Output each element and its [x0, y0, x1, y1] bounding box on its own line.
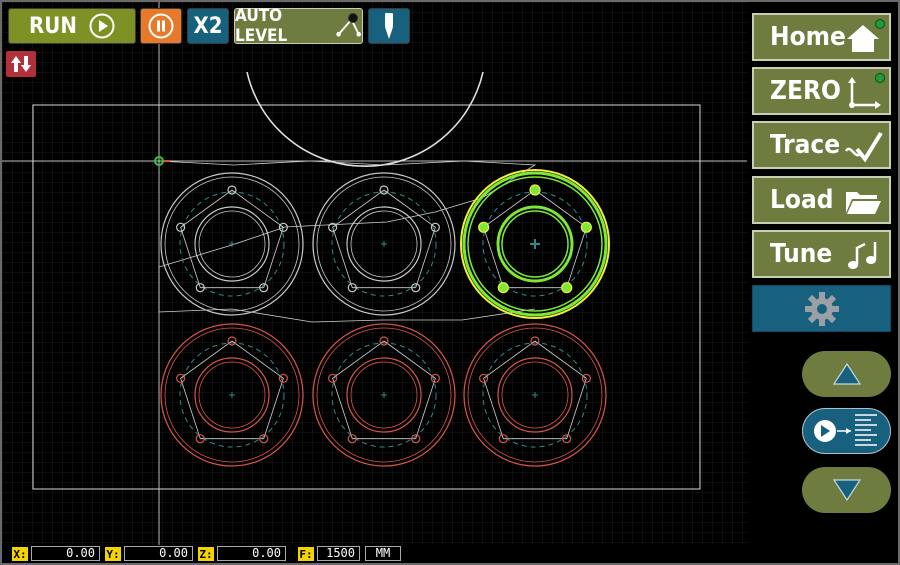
x-readout-value: 0.00	[31, 546, 100, 561]
zero-button[interactable]: ZERO	[752, 67, 891, 115]
run-button[interactable]: RUN	[8, 8, 136, 44]
feed-readout: F: 1500	[298, 545, 360, 563]
part-3	[460, 169, 610, 319]
x-readout-label: X:	[12, 547, 28, 561]
triangle-down-icon	[832, 479, 861, 502]
zero-label: ZERO	[770, 76, 841, 106]
music-notes-icon	[848, 242, 877, 269]
home-label: Home	[770, 22, 846, 52]
triangle-up-icon	[832, 362, 861, 385]
x-readout: X: 0.00	[12, 545, 100, 563]
x2-button[interactable]: X2	[187, 8, 229, 44]
z-swap-button[interactable]	[6, 51, 36, 77]
pause-icon	[148, 13, 174, 39]
part-hole	[478, 221, 490, 233]
end-mill-icon	[385, 13, 393, 39]
tool-button[interactable]	[368, 8, 410, 44]
pause-button[interactable]	[140, 8, 182, 44]
y-readout-label: Y:	[105, 547, 121, 561]
part-hole	[561, 282, 573, 294]
jog-up-button[interactable]	[802, 351, 891, 397]
auto-level-status-dot	[348, 13, 358, 23]
feed-readout-label: F:	[298, 547, 314, 561]
run-label: RUN	[29, 13, 77, 39]
auto-level-label: AUTO LEVEL	[235, 6, 288, 46]
tune-button[interactable]: Tune	[752, 230, 891, 278]
z-readout: Z: 0.00	[198, 545, 286, 563]
y-readout: Y: 0.00	[105, 545, 193, 563]
feed-readout-value: 1500	[317, 546, 360, 561]
folder-icon	[846, 192, 881, 214]
trace-label: Trace	[770, 130, 841, 160]
grid-background	[2, 2, 747, 545]
load-button[interactable]: Load	[752, 176, 891, 224]
x2-label: X2	[193, 13, 223, 39]
tune-label: Tune	[770, 239, 833, 269]
part-hole	[580, 221, 592, 233]
home-status-dot	[875, 19, 885, 29]
jog-down-button[interactable]	[802, 467, 891, 513]
step-scale-icon	[813, 414, 877, 446]
y-readout-value: 0.00	[124, 546, 193, 561]
app-window: RUN X2 AUTO LEVEL Home ZERO Trace Load T…	[0, 0, 900, 565]
trace-button[interactable]: Trace	[752, 121, 891, 169]
part-hole	[529, 184, 541, 196]
home-button[interactable]: Home	[752, 13, 891, 61]
auto-level-button[interactable]: AUTO LEVEL	[234, 6, 363, 46]
toolpath-canvas[interactable]	[2, 2, 747, 545]
units-readout[interactable]: MM	[365, 545, 401, 563]
step-size-button[interactable]	[802, 408, 891, 454]
units-value: MM	[365, 546, 401, 561]
trace-check-icon	[844, 131, 883, 163]
settings-button[interactable]	[752, 285, 891, 332]
zero-status-dot	[875, 73, 885, 83]
part-hole	[497, 282, 509, 294]
up-down-arrows-icon	[11, 56, 31, 72]
gear-icon	[804, 291, 839, 326]
play-icon	[89, 13, 115, 39]
z-readout-value: 0.00	[217, 546, 286, 561]
load-label: Load	[770, 185, 834, 215]
z-readout-label: Z:	[198, 547, 214, 561]
